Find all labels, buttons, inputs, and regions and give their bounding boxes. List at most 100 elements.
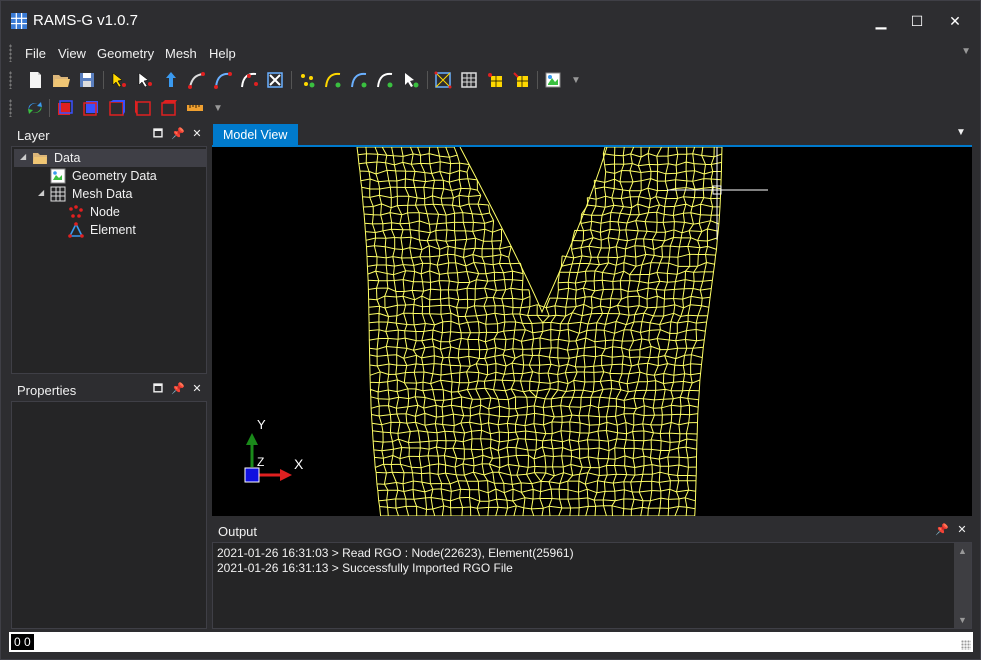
tree-item-data[interactable]: ◢ Data	[14, 149, 206, 167]
grid-edit-icon[interactable]	[459, 70, 479, 90]
menu-mesh[interactable]: Mesh	[165, 46, 197, 61]
crosshair-cursor	[667, 147, 768, 240]
status-bar: 0 0	[9, 632, 973, 652]
output-line: 2021-01-26 16:31:03 > Read RGO : Node(22…	[217, 546, 574, 560]
main-toolbar: ▼	[9, 67, 609, 93]
tree-item-node[interactable]: Node	[14, 203, 206, 221]
menu-help[interactable]: Help	[209, 46, 236, 61]
view-top-icon[interactable]	[159, 98, 179, 118]
properties-panel-title: Properties	[17, 383, 77, 398]
properties-grid[interactable]	[11, 401, 207, 629]
title-bar: RAMS-G v1.0.7 ▁ ☐ ✕	[1, 1, 980, 40]
tree-item-label: Mesh Data	[72, 187, 133, 201]
menu-file[interactable]: File	[25, 46, 46, 61]
grid-export-icon[interactable]	[511, 70, 531, 90]
select-node-icon[interactable]	[109, 70, 129, 90]
collapse-arrow-icon[interactable]: ◢	[38, 188, 44, 197]
tree-item-label: Data	[54, 151, 81, 165]
tree-item-element[interactable]: Element	[14, 221, 206, 239]
panel-close-icon[interactable]: ✕	[190, 127, 204, 141]
view-left-icon[interactable]	[107, 98, 127, 118]
panel-pin-icon[interactable]: 📌	[171, 382, 185, 396]
z-axis-label: Z	[257, 455, 265, 469]
toolbar-separator	[291, 71, 292, 89]
new-file-icon[interactable]	[25, 70, 45, 90]
axis-triad	[244, 433, 292, 483]
save-icon[interactable]	[77, 70, 97, 90]
toolbar-separator	[427, 71, 428, 89]
delete-mesh-icon[interactable]	[265, 70, 285, 90]
menu-view[interactable]: View	[58, 46, 86, 61]
output-panel-header: Output 📌 ✕	[212, 520, 972, 542]
refine-icon[interactable]	[401, 70, 421, 90]
minimize-button[interactable]: ▁	[869, 9, 893, 33]
view-right-icon[interactable]	[133, 98, 153, 118]
ruler-icon[interactable]	[185, 98, 205, 118]
map-icon[interactable]	[543, 70, 563, 90]
node-icon	[69, 205, 83, 218]
properties-panel-header: Properties 🗖 📌 ✕	[11, 379, 207, 401]
tree-item-mesh-data[interactable]: ◢ Mesh Data	[14, 185, 206, 203]
panel-pin-icon[interactable]: 📌	[171, 127, 185, 141]
scroll-down-icon[interactable]: ▼	[958, 615, 967, 625]
close-button[interactable]: ✕	[943, 9, 967, 33]
window-title: RAMS-G v1.0.7	[33, 12, 139, 29]
y-axis-arrow	[246, 433, 258, 445]
output-log[interactable]: 2021-01-26 16:31:03 > Read RGO : Node(22…	[212, 542, 972, 629]
model-viewport[interactable]: Y Z X	[212, 147, 972, 516]
tab-list-dropdown-icon[interactable]: ▼	[956, 127, 966, 138]
open-folder-icon[interactable]	[51, 70, 71, 90]
add-curve-icon[interactable]	[323, 70, 343, 90]
toolbar-separator	[103, 71, 104, 89]
x-axis-arrow	[280, 469, 292, 481]
view-back-icon[interactable]	[81, 98, 101, 118]
panel-float-icon[interactable]: 🗖	[151, 382, 165, 396]
x-axis-label: X	[294, 456, 304, 472]
output-panel-title: Output	[218, 524, 258, 539]
move-node-icon[interactable]	[161, 70, 181, 90]
refresh-icon[interactable]	[25, 98, 45, 118]
toolbar-separator	[49, 99, 50, 117]
drag-node-icon[interactable]	[187, 70, 207, 90]
toolbar-grip[interactable]	[9, 71, 12, 89]
curve-split-icon[interactable]	[239, 70, 259, 90]
scroll-up-icon[interactable]: ▲	[958, 546, 967, 556]
menu-grip[interactable]	[9, 44, 12, 62]
toolbar-separator	[537, 71, 538, 89]
folder-icon	[33, 153, 47, 164]
menu-geometry[interactable]: Geometry	[97, 46, 154, 61]
tree-item-geometry-data[interactable]: Geometry Data	[14, 167, 206, 185]
panel-close-icon[interactable]: ✕	[190, 382, 204, 396]
tree-item-label: Node	[90, 205, 120, 219]
grid-point-icon[interactable]	[485, 70, 505, 90]
toolbar-overflow-icon[interactable]: ▼	[213, 103, 223, 114]
y-axis-label: Y	[257, 417, 266, 432]
layer-panel: Layer 🗖 📌 ✕ ◢ Data Geometry Data ◢ Mesh …	[11, 124, 207, 374]
maximize-button[interactable]: ☐	[905, 9, 929, 33]
mesh-icon	[50, 186, 66, 202]
app-grid-icon	[11, 13, 27, 29]
z-axis-box	[244, 467, 260, 483]
layer-panel-header: Layer 🗖 📌 ✕	[11, 124, 207, 146]
panel-pin-icon[interactable]: 📌	[935, 523, 949, 537]
resize-grip-icon[interactable]	[961, 640, 971, 650]
layer-panel-title: Layer	[17, 128, 50, 143]
collapse-arrow-icon[interactable]: ◢	[20, 152, 26, 161]
curve-node-icon[interactable]	[349, 70, 369, 90]
add-node-icon[interactable]	[297, 70, 317, 90]
view-front-icon[interactable]	[55, 98, 75, 118]
panel-float-icon[interactable]: 🗖	[151, 127, 165, 141]
panel-close-icon[interactable]: ✕	[955, 523, 969, 537]
viewport-overlay	[244, 147, 768, 483]
output-scrollbar[interactable]: ▲ ▼	[954, 543, 971, 628]
curve-edit-icon[interactable]	[213, 70, 233, 90]
curve-merge-icon[interactable]	[375, 70, 395, 90]
toolbar-grip[interactable]	[9, 99, 12, 117]
toolbar-overflow-icon[interactable]: ▼	[571, 75, 581, 86]
tab-model-view[interactable]: Model View	[213, 124, 298, 146]
grid-quad-icon[interactable]	[433, 70, 453, 90]
element-icon	[68, 222, 84, 238]
select-element-icon[interactable]	[135, 70, 155, 90]
properties-panel: Properties 🗖 📌 ✕	[11, 379, 207, 629]
menu-overflow-icon[interactable]: ▼	[961, 46, 971, 57]
